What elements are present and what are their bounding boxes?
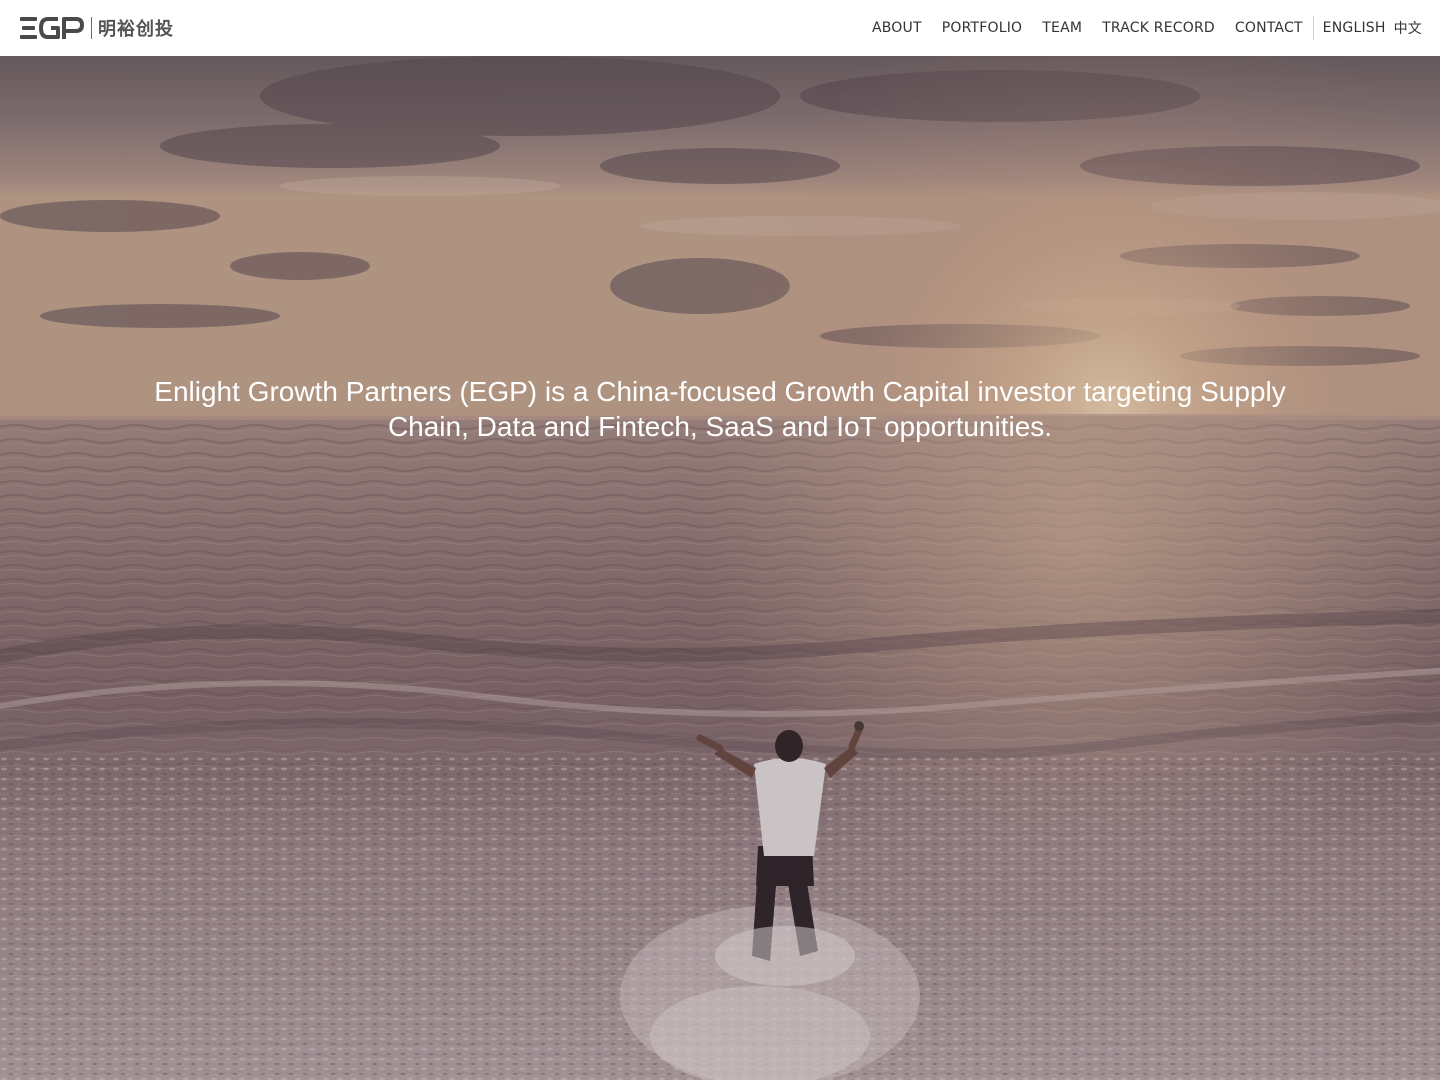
nav-team[interactable]: TEAM	[1042, 20, 1082, 36]
nav-about[interactable]: ABOUT	[872, 20, 922, 36]
nav-track-record[interactable]: TRACK RECORD	[1102, 20, 1215, 36]
page: 明裕创投 ABOUT PORTFOLIO TEAM TRACK RECORD C…	[0, 0, 1440, 1080]
egp-logo-icon	[20, 17, 84, 39]
nav-divider	[1312, 16, 1314, 40]
logo-divider	[91, 17, 92, 39]
lang-english[interactable]: ENGLISH	[1323, 20, 1386, 36]
hero-section: Enlight Growth Partners (EGP) is a China…	[0, 56, 1440, 1080]
nav-contact[interactable]: CONTACT	[1235, 20, 1303, 36]
lang-chinese[interactable]: 中文	[1394, 18, 1422, 38]
main-nav: ABOUT PORTFOLIO TEAM TRACK RECORD CONTAC…	[872, 0, 1422, 56]
egp-logo-mark	[20, 15, 84, 41]
site-header: 明裕创投 ABOUT PORTFOLIO TEAM TRACK RECORD C…	[0, 0, 1440, 56]
logo-chinese-name: 明裕创投	[98, 19, 174, 40]
site-logo[interactable]: 明裕创投	[20, 0, 174, 56]
hero-background-image	[0, 56, 1440, 1080]
nav-portfolio[interactable]: PORTFOLIO	[942, 20, 1023, 36]
hero-tagline: Enlight Growth Partners (EGP) is a China…	[154, 376, 1286, 442]
